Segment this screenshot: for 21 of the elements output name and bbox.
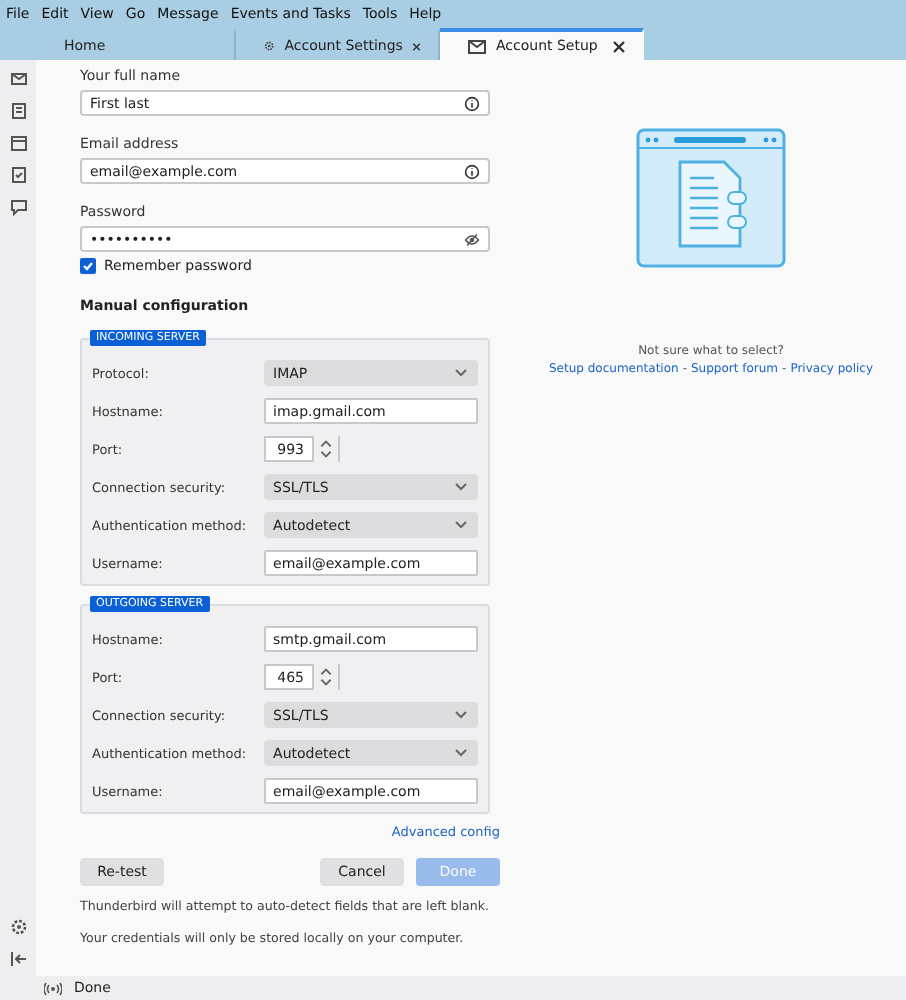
chevron-down-icon [454,368,468,378]
checkbox[interactable] [80,258,96,274]
chat-icon[interactable] [9,198,27,216]
settings-icon[interactable] [9,918,27,936]
chevron-down-icon [454,710,468,720]
chevron-down-icon [454,482,468,492]
address-book-icon[interactable] [9,102,27,120]
activity-icon [44,981,62,995]
gear-icon [264,38,275,54]
chevron-down-icon [454,748,468,758]
info-icon[interactable] [464,163,480,179]
close-icon[interactable] [412,39,422,53]
envelope-icon [468,39,486,53]
tasks-icon[interactable] [9,166,27,184]
calendar-icon[interactable] [9,134,27,152]
collapse-icon[interactable] [9,950,27,968]
close-icon[interactable] [612,39,626,53]
info-icon[interactable] [464,95,480,111]
chevron-down-icon [454,520,468,530]
mail-icon[interactable] [9,70,27,88]
hidden-eye-icon[interactable] [464,231,480,247]
